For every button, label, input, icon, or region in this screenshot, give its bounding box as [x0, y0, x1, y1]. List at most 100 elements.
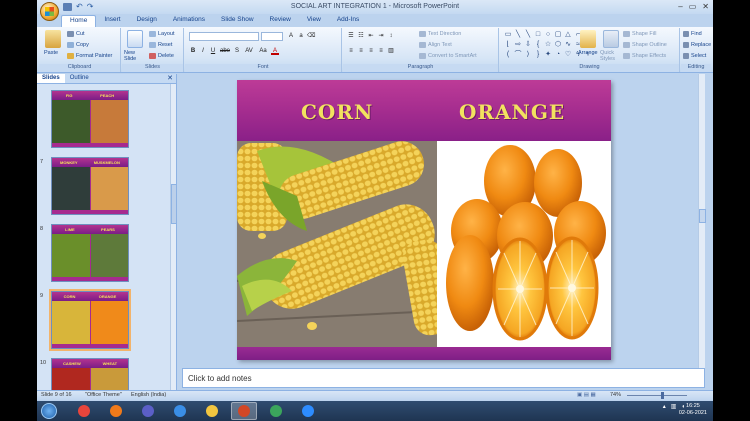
shape-arrow2-icon[interactable]: ⇩ — [524, 41, 532, 49]
clear-format-icon[interactable]: ⌫ — [307, 32, 315, 40]
shape-brace2-icon[interactable]: } — [534, 51, 542, 59]
tab-slides[interactable]: Slides — [37, 74, 65, 83]
tab-outline[interactable]: Outline — [65, 74, 94, 83]
tab-review[interactable]: Review — [262, 15, 299, 27]
italic-button[interactable]: I — [199, 47, 207, 55]
view-buttons[interactable]: ▣ ▤ ▦ — [577, 392, 596, 398]
shape-curved-icon[interactable]: ⌒ — [514, 51, 522, 59]
shape-line2-icon[interactable]: ╲ — [524, 31, 532, 39]
shape-rounded-icon[interactable]: ▢ — [554, 31, 562, 39]
slide-scroll-thumb[interactable] — [699, 209, 706, 223]
tab-animations[interactable]: Animations — [165, 15, 213, 27]
shape-star-icon[interactable]: ☆ — [544, 41, 552, 49]
taskbar-app[interactable] — [231, 402, 257, 420]
tab-insert[interactable]: Insert — [96, 15, 128, 27]
cut-button[interactable]: Cut — [67, 31, 85, 37]
quick-styles-button[interactable]: Quick Styles — [600, 50, 622, 62]
tab-home[interactable]: Home — [61, 15, 97, 27]
language-indicator[interactable]: English (India) — [131, 392, 166, 398]
align-right-icon[interactable]: ≡ — [367, 47, 375, 55]
slide-thumbnail[interactable]: FIG PEACH — [51, 90, 129, 148]
delete-button[interactable]: Delete — [149, 53, 174, 59]
tray-arrow-icon[interactable]: ▴ — [663, 403, 666, 410]
zoom-level[interactable]: 74% — [610, 392, 621, 398]
office-button[interactable] — [40, 2, 59, 21]
zoom-slider[interactable] — [627, 392, 687, 399]
notes-pane[interactable]: Click to add notes — [182, 368, 705, 388]
shape-effects-button[interactable]: Shape Effects — [623, 53, 666, 59]
copy-button[interactable]: Copy — [67, 42, 89, 48]
shape-line-icon[interactable]: ╲ — [514, 31, 522, 39]
shape-heart-icon[interactable]: ♡ — [564, 51, 572, 59]
close-button[interactable]: ✕ — [702, 2, 709, 11]
taskbar-app[interactable] — [71, 402, 97, 420]
slide-thumbnail[interactable]: MONKEY MUSKMELON — [51, 157, 129, 215]
taskbar-app[interactable] — [135, 402, 161, 420]
zoom-slider-thumb[interactable] — [661, 392, 664, 399]
select-button[interactable]: Select — [683, 53, 706, 59]
align-text-button[interactable]: Align Text — [419, 42, 452, 48]
character-spacing-button[interactable]: AV — [243, 47, 255, 55]
taskbar-app[interactable] — [295, 402, 321, 420]
quick-styles-icon[interactable] — [603, 30, 619, 48]
slide-thumbnail[interactable]: CORN ORANGE — [49, 289, 131, 351]
font-size-select[interactable] — [261, 32, 283, 41]
taskbar-app[interactable] — [103, 402, 129, 420]
panel-scrollbar[interactable] — [170, 84, 176, 390]
font-color-button[interactable]: A — [271, 47, 279, 55]
shape-arrow-icon[interactable]: ⇨ — [514, 41, 522, 49]
paste-icon[interactable] — [45, 30, 61, 48]
tab-design[interactable]: Design — [129, 15, 165, 27]
bullets-icon[interactable]: ☰ — [347, 32, 355, 40]
shape-textbox-icon[interactable]: ▭ — [504, 31, 512, 39]
line-spacing-icon[interactable]: ↕ — [387, 32, 395, 40]
decrease-indent-icon[interactable]: ⇤ — [367, 32, 375, 40]
reset-button[interactable]: Reset — [149, 42, 172, 48]
slide-thumbnail[interactable]: CASHEW WHEAT — [51, 358, 129, 390]
slide-title-orange[interactable]: ORANGE — [459, 100, 565, 124]
corn-image[interactable] — [237, 141, 437, 347]
minimize-button[interactable]: – — [678, 2, 682, 11]
notes-placeholder[interactable]: Click to add notes — [188, 374, 252, 383]
arrange-icon[interactable] — [580, 30, 596, 48]
change-case-button[interactable]: Aa — [257, 47, 269, 55]
slide-title-corn[interactable]: CORN — [301, 100, 373, 124]
shape-chevron-icon[interactable]: ⟩ — [524, 51, 532, 59]
bold-button[interactable]: B — [189, 47, 197, 55]
shape-brace-icon[interactable]: { — [534, 41, 542, 49]
grow-font-icon[interactable]: A — [287, 32, 295, 40]
tab-view[interactable]: View — [299, 15, 329, 27]
increase-indent-icon[interactable]: ⇥ — [377, 32, 385, 40]
justify-icon[interactable]: ≡ — [377, 47, 385, 55]
orange-image[interactable] — [440, 141, 611, 347]
align-center-icon[interactable]: ≡ — [357, 47, 365, 55]
replace-button[interactable]: Replace — [683, 42, 711, 48]
taskbar-app[interactable] — [167, 402, 193, 420]
layout-button[interactable]: Layout — [149, 31, 175, 37]
maximize-button[interactable]: ▭ — [689, 2, 697, 11]
shape-oval-icon[interactable]: ○ — [544, 31, 552, 39]
tab-slide-show[interactable]: Slide Show — [213, 15, 262, 27]
shape-outline-button[interactable]: Shape Outline — [623, 42, 667, 48]
font-name-select[interactable] — [189, 32, 259, 41]
text-direction-button[interactable]: Text Direction — [419, 31, 461, 37]
new-slide-icon[interactable] — [127, 30, 143, 48]
find-button[interactable]: Find — [683, 31, 702, 37]
tab-add-ins[interactable]: Add-Ins — [329, 15, 367, 27]
start-button[interactable] — [41, 403, 57, 419]
convert-smartart-button[interactable]: Convert to SmartArt — [419, 53, 477, 59]
taskbar-app[interactable] — [199, 402, 225, 420]
columns-icon[interactable]: ▥ — [387, 47, 395, 55]
shape-elbow-icon[interactable]: ⌊ — [504, 41, 512, 49]
network-icon[interactable]: ▥ — [671, 403, 677, 410]
paste-button[interactable]: Paste — [44, 50, 58, 56]
panel-scroll-thumb[interactable] — [171, 184, 176, 224]
underline-button[interactable]: U — [209, 47, 217, 55]
align-left-icon[interactable]: ≡ — [347, 47, 355, 55]
numbering-icon[interactable]: ☷ — [357, 32, 365, 40]
format-painter-button[interactable]: Format Painter — [67, 53, 112, 59]
shape-hex-icon[interactable]: ⬡ — [554, 41, 562, 49]
shape-fill-button[interactable]: Shape Fill — [623, 31, 656, 37]
clock[interactable]: 16:25 02-06-2021 — [679, 403, 707, 417]
shape-star2-icon[interactable]: ✦ — [544, 51, 552, 59]
